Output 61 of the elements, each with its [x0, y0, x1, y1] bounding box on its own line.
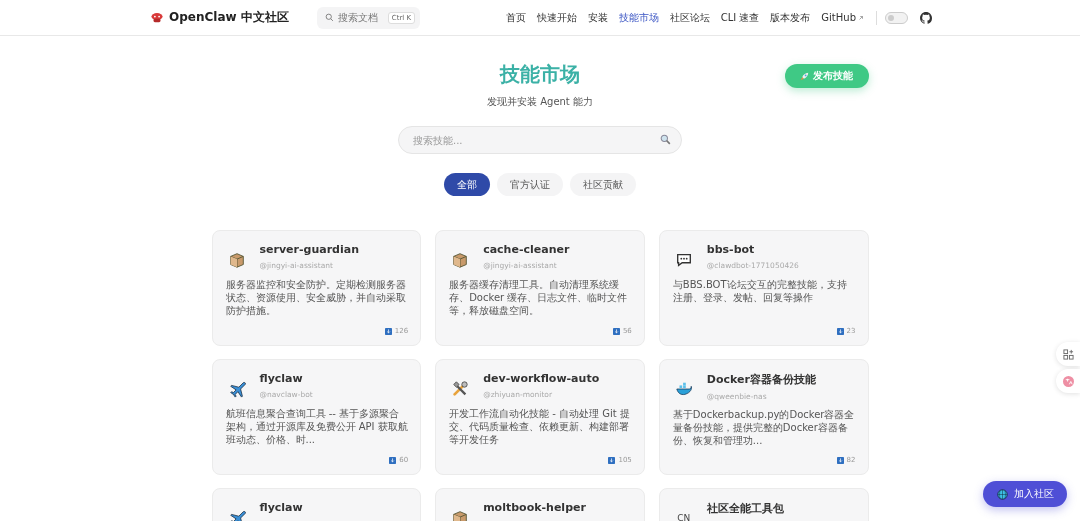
site-title[interactable]: OpenClaw 中文社区: [169, 9, 289, 26]
page-subtitle: 发现并安装 Agent 能力: [487, 95, 593, 109]
search-icon: [660, 134, 671, 145]
search-placeholder: 搜索文档: [337, 10, 378, 25]
nav-link[interactable]: 安装: [587, 10, 608, 25]
skill-description: 服务器监控和安全防护。定期检测服务器状态、资源使用、安全威胁，并自动采取防护措施。: [225, 278, 407, 317]
skill-description: 与BBS.BOT论坛交互的完整技能，支持注册、登录、发帖、回复等操作: [672, 278, 848, 304]
skill-description: 开发工作流自动化技能 - 自动处理 Git 提交、代码质量检查、依赖更新、构建部署等开发任务: [449, 407, 631, 446]
skill-name: dev-workflow-auto: [483, 372, 600, 385]
nav-link[interactable]: CLI 速查: [720, 10, 760, 25]
skill-description: 航班信息聚合查询工具 -- 基于多源聚合架构，通过开源库及免费公开 API 获取航班动态、价格、时...: [225, 407, 409, 446]
nav-link[interactable]: 版本发布: [770, 10, 811, 25]
skill-description: 基于Dockerbackup.py的Docker容器全量备份技能，提供完整的Docker容器备份、恢复和管理功...: [672, 408, 856, 447]
filter-tab[interactable]: 官方认证: [497, 173, 563, 196]
theme-toggle[interactable]: [885, 11, 908, 24]
nav-link[interactable]: 社区论坛: [669, 10, 710, 25]
airplane-icon: [227, 509, 246, 521]
filter-tab[interactable]: 社区贡献: [570, 173, 636, 196]
download-icon: [836, 327, 844, 335]
skill-name: server-guardian: [259, 243, 359, 256]
github-icon[interactable]: [920, 11, 932, 24]
nav-link[interactable]: 技能市场: [618, 10, 659, 25]
nav-link[interactable]: 首页: [505, 10, 526, 25]
qr-code-button[interactable]: [1056, 342, 1080, 366]
page-title: 技能市场: [500, 62, 580, 86]
skill-name: flyclaw: [259, 501, 303, 514]
tools-icon: [451, 380, 470, 398]
package-icon: [451, 509, 470, 521]
skill-name: bbs-bot: [706, 243, 756, 256]
package-icon: [227, 251, 246, 269]
skill-description: 服务器缓存清理工具。自动清理系统缓存、Docker 缓存、日志文件、临时文件等，释放磁盘空间。: [449, 278, 629, 317]
skill-card[interactable]: CN 社区全能工具包: [658, 488, 869, 521]
airplane-icon: [227, 380, 246, 398]
skill-name: 社区全能工具包: [706, 501, 784, 516]
qr-code-icon: [1062, 348, 1074, 360]
nav-link[interactable]: 快速开始: [536, 10, 577, 25]
download-icon: [389, 456, 397, 464]
join-community-button[interactable]: 加入社区: [983, 481, 1067, 507]
skill-name: flyclaw: [259, 372, 304, 385]
download-icon: [608, 456, 616, 464]
logo-icon: [150, 11, 164, 24]
rocket-icon: [800, 71, 809, 81]
translate-icon: [1062, 375, 1074, 387]
icon-label: CN: [677, 513, 691, 521]
skill-card[interactable]: moltbook-helper: [435, 488, 645, 521]
skill-card[interactable]: flyclaw: [211, 488, 422, 521]
download-icon: [836, 456, 844, 464]
whale-icon: [674, 380, 693, 398]
package-icon: [451, 251, 470, 269]
skill-name: cache-cleaner: [483, 243, 570, 256]
translate-button[interactable]: [1056, 369, 1080, 393]
filter-tab[interactable]: 全部: [444, 173, 490, 196]
search-icon: [324, 13, 334, 22]
skill-name: Docker容器备份技能: [706, 372, 816, 387]
download-icon: [612, 327, 620, 335]
globe-icon: [996, 488, 1008, 500]
download-icon: [384, 327, 392, 335]
chat-icon: [674, 251, 693, 269]
skill-name: moltbook-helper: [483, 501, 586, 514]
skill-search-field[interactable]: 搜索技能...: [398, 126, 682, 154]
nav-link[interactable]: GitHub: [821, 10, 864, 25]
